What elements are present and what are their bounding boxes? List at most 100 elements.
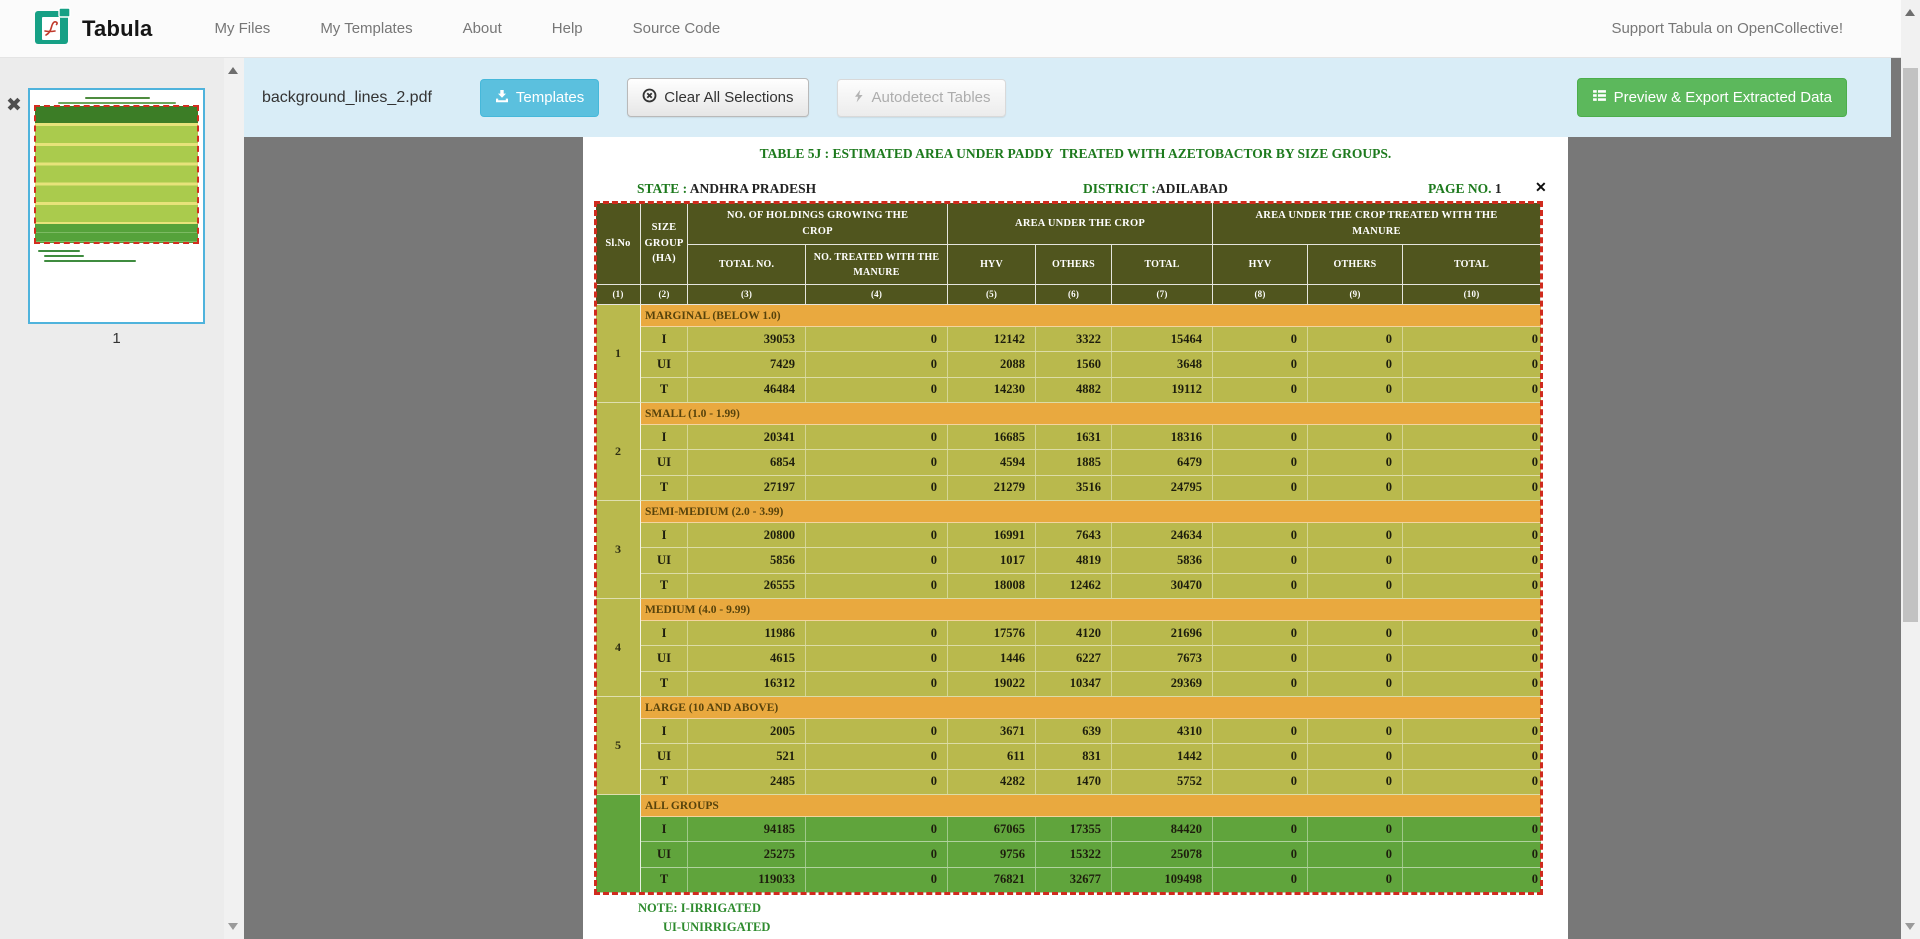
autodetect-tables-label: Autodetect Tables — [872, 89, 991, 106]
value-cell: 0 — [1308, 352, 1403, 376]
nav-item-my-files[interactable]: My Files — [214, 20, 270, 37]
value-cell: 6227 — [1036, 646, 1112, 670]
value-cell: 0 — [1213, 744, 1308, 768]
tabula-logo-icon — [34, 5, 72, 52]
save-template-icon — [495, 89, 509, 107]
header-sub: TOTAL NO. — [688, 245, 806, 285]
table-group: 2SMALL (1.0 - 1.99)I20341016685163118316… — [596, 403, 1541, 501]
irrigation-type-cell: UI — [641, 842, 688, 866]
scrollbar-thumb[interactable] — [1903, 68, 1918, 622]
state-line: STATE : ANDHRA PRADESH — [637, 181, 816, 197]
table-row: UI68540459418856479000 — [641, 450, 1541, 475]
irrigation-type-cell: I — [641, 327, 688, 351]
brand[interactable]: Tabula — [34, 5, 152, 52]
scroll-down-icon[interactable] — [228, 923, 238, 930]
value-cell: 0 — [1308, 523, 1403, 547]
header-col-number: (5) — [948, 285, 1036, 305]
value-cell: 17355 — [1036, 817, 1112, 841]
irrigation-type-cell: UI — [641, 744, 688, 768]
value-cell: 1560 — [1036, 352, 1112, 376]
templates-button[interactable]: Templates — [480, 79, 599, 117]
value-cell: 7673 — [1112, 646, 1213, 670]
value-cell: 3516 — [1036, 476, 1112, 500]
table-row: UI52106118311442000 — [641, 744, 1541, 769]
irrigation-type-cell: T — [641, 476, 688, 500]
header-sub: TOTAL — [1112, 245, 1213, 285]
value-cell: 29369 — [1112, 672, 1213, 696]
table-row: UI74290208815603648000 — [641, 352, 1541, 377]
group-rows: MEDIUM (4.0 - 9.99)I11986017576412021696… — [641, 599, 1541, 697]
value-cell: 19022 — [948, 672, 1036, 696]
value-cell: 0 — [1213, 378, 1308, 402]
support-link[interactable]: Support Tabula on OpenCollective! — [1611, 20, 1843, 37]
clear-selections-button[interactable]: Clear All Selections — [627, 78, 808, 117]
value-cell: 30470 — [1112, 574, 1213, 598]
value-cell: 0 — [806, 646, 948, 670]
value-cell: 11986 — [688, 621, 806, 645]
value-cell: 0 — [806, 425, 948, 449]
thumbnail-note-line — [38, 250, 80, 252]
group-rows: SEMI-MEDIUM (2.0 - 3.99)I208000169917643… — [641, 501, 1541, 599]
nav-item-help[interactable]: Help — [552, 20, 583, 37]
value-cell: 4120 — [1036, 621, 1112, 645]
value-cell: 521 — [688, 744, 806, 768]
value-cell: 25078 — [1112, 842, 1213, 866]
size-group-band: LARGE (10 AND ABOVE) — [641, 697, 1541, 719]
sidebar-scrollbar[interactable] — [224, 58, 244, 939]
preview-export-button[interactable]: Preview & Export Extracted Data — [1577, 78, 1847, 117]
note-line-1: NOTE: I-IRRIGATED — [638, 901, 761, 916]
value-cell: 18316 — [1112, 425, 1213, 449]
value-cell: 21279 — [948, 476, 1036, 500]
table-header: Sl.NoSIZE GROUP (HA)NO. OF HOLDINGS GROW… — [596, 203, 1541, 305]
value-cell: 0 — [1308, 868, 1403, 892]
value-cell: 0 — [806, 770, 948, 794]
scroll-down-icon[interactable] — [1905, 923, 1915, 930]
value-cell: 0 — [1403, 672, 1541, 696]
table-row: I941850670651735584420000 — [641, 817, 1541, 842]
delete-page-icon[interactable]: ✖ — [6, 96, 22, 115]
pdf-page[interactable]: TABLE 5J : ESTIMATED AREA UNDER PADDY TR… — [583, 137, 1568, 939]
page-thumbnail[interactable] — [28, 88, 205, 324]
value-cell: 39053 — [688, 327, 806, 351]
data-table: Sl.NoSIZE GROUP (HA)NO. OF HOLDINGS GROW… — [596, 203, 1541, 893]
nav-item-source-code[interactable]: Source Code — [633, 20, 721, 37]
templates-button-label: Templates — [516, 89, 584, 106]
irrigation-type-cell: T — [641, 868, 688, 892]
scroll-up-icon[interactable] — [228, 67, 238, 74]
value-cell: 0 — [1403, 352, 1541, 376]
brand-title: Tabula — [82, 16, 152, 42]
value-cell: 0 — [1403, 548, 1541, 572]
nav-item-about[interactable]: About — [463, 20, 502, 37]
value-cell: 12142 — [948, 327, 1036, 351]
value-cell: 0 — [1403, 868, 1541, 892]
value-cell: 16685 — [948, 425, 1036, 449]
thumbnail-table-header — [35, 106, 198, 123]
main-scrollbar[interactable] — [1901, 0, 1920, 939]
value-cell: 0 — [1213, 425, 1308, 449]
value-cell: 0 — [1213, 574, 1308, 598]
value-cell: 84420 — [1112, 817, 1213, 841]
header-col-number: (1) — [596, 285, 641, 305]
value-cell: 4594 — [948, 450, 1036, 474]
thumbnail-table-footer — [35, 224, 198, 243]
table-row: T46484014230488219112000 — [641, 378, 1541, 403]
value-cell: 0 — [1403, 327, 1541, 351]
table-group: ALL GROUPSI941850670651735584420000UI252… — [596, 795, 1541, 893]
value-cell: 20800 — [688, 523, 806, 547]
value-cell: 0 — [806, 574, 948, 598]
value-cell: 0 — [1308, 646, 1403, 670]
value-cell: 7429 — [688, 352, 806, 376]
value-cell: 0 — [1213, 719, 1308, 743]
nav-item-my-templates[interactable]: My Templates — [320, 20, 412, 37]
value-cell: 0 — [1308, 327, 1403, 351]
value-cell: 0 — [1308, 621, 1403, 645]
value-cell: 94185 — [688, 817, 806, 841]
slno-cell: 4 — [596, 599, 641, 697]
table-row: T27197021279351624795000 — [641, 476, 1541, 501]
scroll-up-icon[interactable] — [1905, 9, 1915, 16]
value-cell: 0 — [1403, 842, 1541, 866]
size-group-band: SEMI-MEDIUM (2.0 - 3.99) — [641, 501, 1541, 523]
autodetect-tables-button[interactable]: Autodetect Tables — [837, 79, 1006, 117]
value-cell: 9756 — [948, 842, 1036, 866]
selection-close-icon[interactable]: ✕ — [1535, 179, 1547, 196]
